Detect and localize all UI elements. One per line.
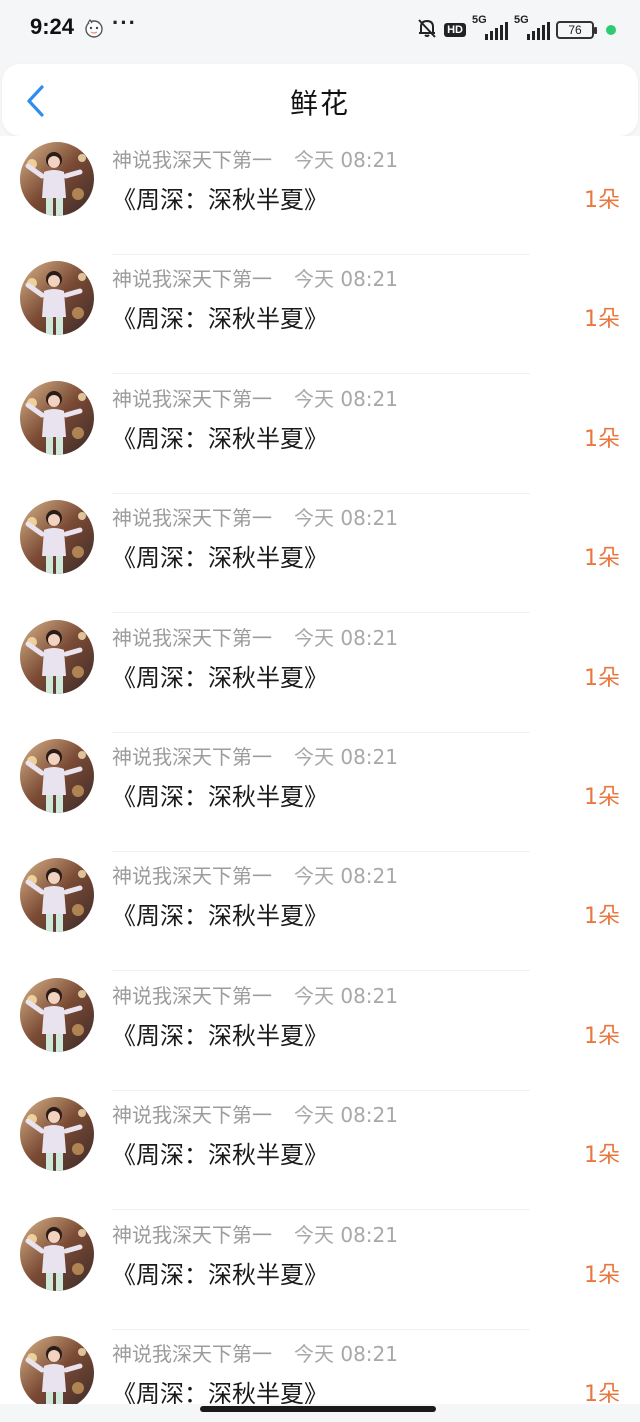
hd-badge: HD (444, 23, 466, 37)
gift-title: 《周深：深秋半夏》 (112, 424, 328, 453)
sender-name: 神说我深天下第一 (112, 148, 272, 172)
item-timestamp: 今天 08:21 (294, 1342, 398, 1366)
gift-title: 《周深：深秋半夏》 (112, 663, 328, 692)
avatar[interactable] (20, 858, 94, 933)
sender-name: 神说我深天下第一 (112, 267, 272, 292)
avatar[interactable] (20, 261, 94, 336)
sender-name: 神说我深天下第一 (112, 1222, 272, 1247)
list-item[interactable]: 神说我深天下第一 今天 08:21 《周深：深秋半夏》 1朵 (0, 971, 640, 1091)
status-more-icon: ··· (112, 10, 137, 35)
item-timestamp: 今天 08:21 (294, 386, 398, 411)
flower-count: 1朵 (584, 546, 620, 572)
list-item[interactable]: 神说我深天下第一 今天 08:21 《周深：深秋半夏》 1朵 (0, 613, 640, 733)
avatar[interactable] (20, 500, 94, 575)
list-item[interactable]: 神说我深天下第一 今天 08:21 《周深：深秋半夏》 1朵 (0, 255, 640, 375)
avatar[interactable] (20, 739, 94, 813)
sender-name: 神说我深天下第一 (112, 1103, 272, 1128)
signal-icon: 5G (472, 14, 508, 42)
flower-count: 1朵 (584, 904, 620, 930)
gift-title: 《周深：深秋半夏》 (112, 1380, 328, 1404)
sender-name: 神说我深天下第一 (112, 506, 272, 531)
avatar[interactable] (20, 619, 94, 694)
gift-title: 《周深：深秋半夏》 (112, 1021, 328, 1050)
flower-count: 1朵 (584, 665, 620, 691)
nav-header: 鲜花 (2, 64, 638, 136)
flower-count: 1朵 (584, 1262, 620, 1288)
list-item[interactable]: 神说我深天下第一 今天 08:21 《周深：深秋半夏》 1朵 (0, 136, 640, 255)
item-timestamp: 今天 08:21 (294, 864, 398, 889)
gift-title: 《周深：深秋半夏》 (112, 783, 328, 811)
home-indicator[interactable] (200, 1406, 436, 1412)
list-item[interactable]: 神说我深天下第一 今天 08:21 《周深：深秋半夏》 1朵 (0, 494, 640, 614)
item-timestamp: 今天 08:21 (294, 983, 398, 1008)
battery-icon: 76 (556, 21, 597, 39)
gift-title: 《周深：深秋半夏》 (112, 544, 328, 573)
avatar[interactable] (20, 1336, 94, 1404)
avatar[interactable] (20, 1216, 94, 1291)
list-item[interactable]: 神说我深天下第一 今天 08:21 《周深：深秋半夏》 1朵 (0, 733, 640, 852)
list-item[interactable]: 神说我深天下第一 今天 08:21 《周深：深秋半夏》 1朵 (0, 852, 640, 972)
item-timestamp: 今天 08:21 (294, 745, 398, 769)
item-timestamp: 今天 08:21 (294, 267, 398, 292)
flower-list[interactable]: 神说我深天下第一 今天 08:21 《周深：深秋半夏》 1朵 神说我深天下第一 … (0, 136, 640, 1404)
status-bar: 9:24 ··· HD 5G 5G 76 (0, 0, 640, 60)
mute-bell-icon (416, 17, 438, 43)
list-item[interactable]: 神说我深天下第一 今天 08:21 《周深：深秋半夏》 1朵 (0, 1091, 640, 1211)
status-indicators: HD 5G 5G 76 (416, 14, 616, 44)
item-timestamp: 今天 08:21 (294, 1103, 398, 1128)
item-timestamp: 今天 08:21 (294, 625, 398, 650)
gift-title: 《周深：深秋半夏》 (112, 1141, 328, 1170)
status-time: 9:24 (30, 14, 75, 39)
sender-name: 神说我深天下第一 (112, 745, 272, 769)
avatar[interactable] (20, 977, 94, 1052)
privacy-dot (606, 25, 616, 35)
gift-title: 《周深：深秋半夏》 (112, 902, 328, 931)
sender-name: 神说我深天下第一 (112, 983, 272, 1008)
flower-count: 1朵 (584, 1143, 620, 1169)
signal-icon-2: 5G (514, 14, 550, 42)
avatar[interactable] (20, 380, 94, 455)
sender-name: 神说我深天下第一 (112, 625, 272, 650)
notification-icon (84, 18, 104, 38)
item-timestamp: 今天 08:21 (294, 506, 398, 531)
flower-count: 1朵 (584, 426, 620, 452)
list-item[interactable]: 神说我深天下第一 今天 08:21 《周深：深秋半夏》 1朵 (0, 1210, 640, 1330)
page-title: 鲜花 (289, 87, 350, 120)
sender-name: 神说我深天下第一 (112, 864, 272, 889)
flower-count: 1朵 (584, 785, 620, 810)
sender-name: 神说我深天下第一 (112, 1342, 272, 1366)
flower-count: 1朵 (584, 307, 620, 333)
sender-name: 神说我深天下第一 (112, 386, 272, 411)
flower-count: 1朵 (584, 1023, 620, 1049)
list-item[interactable]: 神说我深天下第一 今天 08:21 《周深：深秋半夏》 1朵 (0, 1330, 640, 1404)
list-item[interactable]: 神说我深天下第一 今天 08:21 《周深：深秋半夏》 1朵 (0, 374, 640, 494)
flower-count: 1朵 (584, 1382, 620, 1404)
gift-title: 《周深：深秋半夏》 (112, 186, 328, 214)
flower-count: 1朵 (584, 188, 620, 213)
avatar[interactable] (20, 142, 94, 216)
item-timestamp: 今天 08:21 (294, 1222, 398, 1247)
avatar[interactable] (20, 1097, 94, 1172)
gift-title: 《周深：深秋半夏》 (112, 1260, 328, 1289)
item-timestamp: 今天 08:21 (294, 148, 398, 172)
gift-title: 《周深：深秋半夏》 (112, 305, 328, 334)
